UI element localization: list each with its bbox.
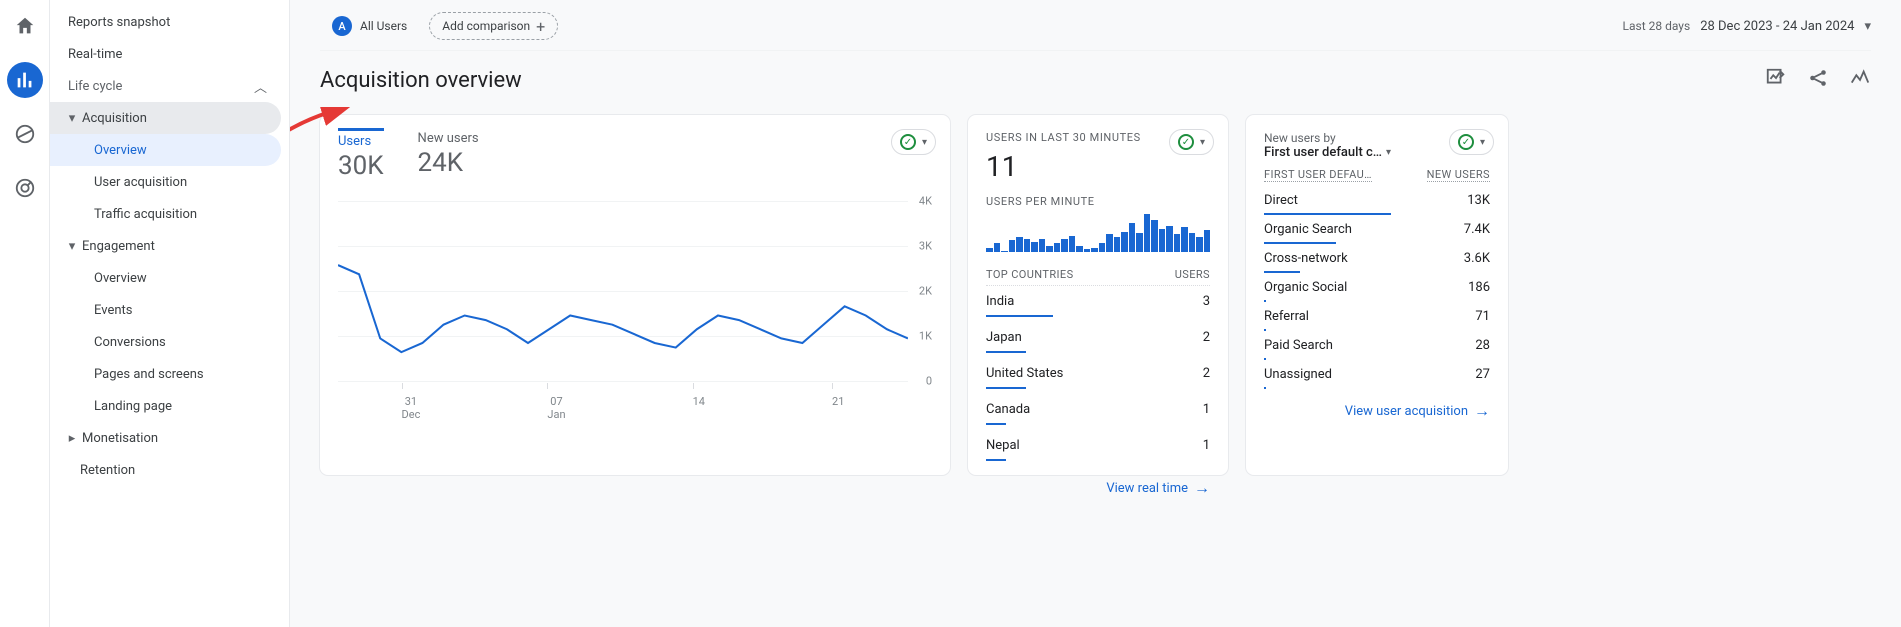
users-line-chart: 4K 3K 2K 1K 0 31Dec 07Jan 14 21 <box>338 191 932 421</box>
channel-row[interactable]: Organic Search7.4K <box>1264 215 1490 244</box>
sidebar-item-realtime[interactable]: Real-time <box>50 38 281 70</box>
country-row[interactable]: India3 <box>986 286 1210 322</box>
arrow-right-icon: → <box>1474 401 1490 421</box>
view-realtime-link[interactable]: View real time → <box>986 478 1210 498</box>
advertising-icon[interactable] <box>7 170 43 206</box>
sidebar-item-conversions[interactable]: Conversions <box>50 326 281 358</box>
topbar: A All Users Add comparison + Last 28 day… <box>320 12 1871 40</box>
realtime-value: 11 <box>986 150 1210 183</box>
channel-row[interactable]: Direct13K <box>1264 186 1490 215</box>
audience-label: All Users <box>360 19 407 33</box>
sidebar-item-reports-snapshot[interactable]: Reports snapshot <box>50 6 281 38</box>
date-range-picker[interactable]: Last 28 days 28 Dec 2023 - 24 Jan 2024 ▾ <box>1623 19 1871 34</box>
realtime-card: ✓ ▾ USERS IN LAST 30 MINUTES 11 USERS PE… <box>968 115 1228 475</box>
customize-report-icon[interactable] <box>1765 67 1787 93</box>
main-content: A All Users Add comparison + Last 28 day… <box>290 0 1901 627</box>
chevron-down-icon: ▾ <box>1200 137 1205 148</box>
x-tick-label: 31Dec <box>402 395 421 421</box>
channel-row[interactable]: Referral71 <box>1264 302 1490 331</box>
metric-tab[interactable]: New users24K <box>418 131 479 181</box>
y-tick-label: 0 <box>926 375 932 388</box>
add-comparison-button[interactable]: Add comparison + <box>429 12 558 40</box>
home-icon[interactable] <box>7 8 43 44</box>
sidebar-item-traffic-acquisition[interactable]: Traffic acquisition <box>50 198 281 230</box>
chevron-down-icon: ▾ <box>1386 147 1391 158</box>
y-tick-label: 2K <box>919 285 932 298</box>
insights-icon[interactable] <box>1849 67 1871 93</box>
plus-icon: + <box>536 17 545 36</box>
chevron-up-icon: ︿ <box>254 77 267 96</box>
new-users-by-card: ✓ ▾ New users by First user default c… ▾… <box>1246 115 1508 475</box>
country-row[interactable]: United States2 <box>986 358 1210 394</box>
sidebar-item-landing-page[interactable]: Landing page <box>50 390 281 422</box>
share-icon[interactable] <box>1807 67 1829 93</box>
caret-right-icon: ▸ <box>64 431 80 446</box>
sidebar-item-user-acquisition[interactable]: User acquisition <box>50 166 281 198</box>
sidebar-item-eng-overview[interactable]: Overview <box>50 262 281 294</box>
channel-row[interactable]: Unassigned27 <box>1264 360 1490 389</box>
sidebar: Reports snapshot Real-time Life cycle ︿ … <box>50 0 290 627</box>
explore-icon[interactable] <box>7 116 43 152</box>
x-tick-label: 14 <box>693 395 705 421</box>
y-tick-label: 3K <box>919 240 932 253</box>
y-tick-label: 1K <box>919 330 932 343</box>
arrow-right-icon: → <box>1194 478 1210 498</box>
audience-letter: A <box>332 16 352 36</box>
status-check-icon: ✓ <box>1178 134 1194 150</box>
chevron-down-icon: ▾ <box>1864 19 1871 34</box>
users-per-minute-title: USERS PER MINUTE <box>986 195 1210 208</box>
reports-icon[interactable] <box>7 62 43 98</box>
card-status-menu[interactable]: ✓ ▾ <box>1169 129 1214 155</box>
caret-down-icon: ▾ <box>64 111 80 126</box>
channel-row[interactable]: Organic Social186 <box>1264 273 1490 302</box>
country-row[interactable]: Japan2 <box>986 322 1210 358</box>
country-row[interactable]: Canada1 <box>986 394 1210 430</box>
users-per-minute-chart <box>986 214 1210 252</box>
sidebar-section-life-cycle[interactable]: Life cycle ︿ <box>50 70 281 102</box>
sidebar-item-engagement[interactable]: ▾ Engagement <box>50 230 281 262</box>
sidebar-item-acquisition[interactable]: ▾ Acquisition <box>50 102 281 134</box>
channel-row[interactable]: Cross-network3.6K <box>1264 244 1490 273</box>
y-tick-label: 4K <box>919 195 932 208</box>
audience-chip[interactable]: A All Users <box>320 12 419 40</box>
countries-head: TOP COUNTRIES <box>986 268 1074 281</box>
channel-row[interactable]: Paid Search28 <box>1264 331 1490 360</box>
card-status-menu[interactable]: ✓ ▾ <box>891 129 936 155</box>
new-users-head: NEW USERS <box>1427 168 1490 182</box>
sidebar-item-pages-screens[interactable]: Pages and screens <box>50 358 281 390</box>
users-head: USERS <box>1175 268 1210 281</box>
sidebar-item-retention[interactable]: Retention <box>50 454 281 486</box>
page-title: Acquisition overview <box>320 68 522 93</box>
sidebar-item-acq-overview[interactable]: Overview <box>50 134 281 166</box>
metric-tab[interactable]: Users30K <box>338 128 384 181</box>
sidebar-item-monetisation[interactable]: ▸ Monetisation <box>50 422 281 454</box>
card-status-menu[interactable]: ✓ ▾ <box>1449 129 1494 155</box>
divider <box>320 50 1871 51</box>
users-trend-card: ✓ ▾ Users30K New users24K 4K 3K 2K 1K 0 31Dec… <box>320 115 950 475</box>
country-row[interactable]: Nepal1 <box>986 430 1210 466</box>
channel-head: FIRST USER DEFAU… <box>1264 168 1372 182</box>
x-tick-label: 21 <box>832 395 844 421</box>
status-check-icon: ✓ <box>900 134 916 150</box>
x-tick-label: 07Jan <box>547 395 565 421</box>
icon-rail <box>0 0 50 627</box>
status-check-icon: ✓ <box>1458 134 1474 150</box>
caret-down-icon: ▾ <box>64 239 80 254</box>
sidebar-item-events[interactable]: Events <box>50 294 281 326</box>
chevron-down-icon: ▾ <box>1480 137 1485 148</box>
chevron-down-icon: ▾ <box>922 137 927 148</box>
view-user-acquisition-link[interactable]: View user acquisition → <box>1264 401 1490 421</box>
